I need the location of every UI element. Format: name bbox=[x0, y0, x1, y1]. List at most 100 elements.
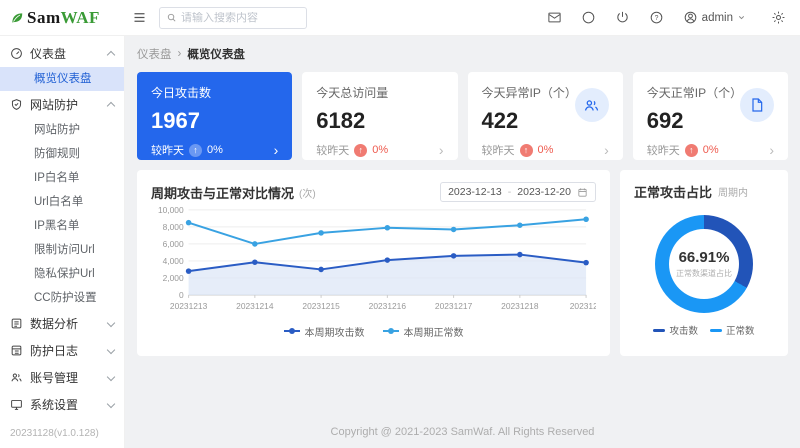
svg-text:2023121: 2023121 bbox=[570, 301, 596, 311]
sidebar-nav: 仪表盘 概览仪表盘 网站防护 网站防护 防御规则 IP白名单 Url白名单 IP… bbox=[0, 36, 124, 422]
delta-value: 0% bbox=[537, 144, 554, 156]
chevron-down-icon bbox=[106, 318, 116, 327]
power-icon[interactable] bbox=[615, 10, 630, 25]
loading-circle-icon[interactable] bbox=[581, 10, 596, 25]
line-chart-legend: 本周期攻击数 本周期正常数 bbox=[151, 324, 596, 339]
svg-text:20231214: 20231214 bbox=[236, 301, 274, 311]
system-settings-icon bbox=[10, 398, 23, 411]
legend-marker bbox=[382, 328, 399, 335]
delta-value: 0% bbox=[372, 144, 389, 156]
sidebar-item-site-protection[interactable]: 网站防护 bbox=[0, 118, 124, 142]
compare-label: 较昨天 bbox=[646, 145, 680, 157]
sidebar-item-overview-dashboard[interactable]: 概览仪表盘 bbox=[0, 67, 124, 91]
sidebar-item-cc-protection[interactable]: CC防护设置 bbox=[0, 286, 124, 310]
settings-gear-icon[interactable] bbox=[771, 10, 786, 25]
svg-text:6,000: 6,000 bbox=[163, 239, 184, 249]
chevron-right-icon[interactable]: › bbox=[604, 143, 609, 157]
log-icon bbox=[10, 344, 23, 357]
help-icon[interactable]: ? bbox=[649, 10, 664, 25]
calendar-icon bbox=[577, 187, 588, 198]
sidebar-group-label: 防护日志 bbox=[30, 344, 79, 358]
hamburger-menu-icon[interactable] bbox=[132, 10, 147, 25]
sidebar-group-site-protection[interactable]: 网站防护 bbox=[0, 91, 124, 118]
date-range-picker[interactable]: 2023-12-13 - 2023-12-20 bbox=[440, 182, 596, 202]
svg-text:0: 0 bbox=[179, 290, 184, 300]
search-box[interactable] bbox=[159, 6, 307, 29]
delta-value: 0% bbox=[702, 144, 719, 156]
sidebar-group-label: 账号管理 bbox=[30, 371, 79, 385]
sidebar-group-protection-logs[interactable]: 防护日志 bbox=[0, 337, 124, 364]
mail-icon[interactable] bbox=[547, 10, 562, 25]
gauge-icon bbox=[10, 47, 23, 60]
main-content: 仪表盘 › 概览仪表盘 今日攻击数 1967 较昨天 ↑ 0% › 今天总访问量… bbox=[125, 36, 800, 448]
breadcrumb: 仪表盘 › 概览仪表盘 bbox=[137, 46, 788, 62]
sidebar-group-label: 仪表盘 bbox=[30, 47, 67, 61]
donut-center-value: 66.91% bbox=[678, 249, 730, 266]
up-arrow-icon: ↑ bbox=[189, 143, 202, 157]
up-arrow-icon: ↑ bbox=[684, 143, 698, 157]
donut-title: 正常攻击占比 bbox=[634, 185, 713, 200]
donut-legend-attack[interactable]: 攻击数 bbox=[653, 323, 698, 337]
chevron-right-icon[interactable]: › bbox=[274, 143, 279, 157]
sidebar-item-ip-whitelist[interactable]: IP白名单 bbox=[0, 166, 124, 190]
avatar-icon bbox=[683, 10, 698, 25]
chevron-right-icon[interactable]: › bbox=[439, 143, 444, 157]
stat-cards-row: 今日攻击数 1967 较昨天 ↑ 0% › 今天总访问量 6182 较昨天 ↑ bbox=[137, 72, 788, 160]
sidebar-item-restricted-url[interactable]: 限制访问Url bbox=[0, 238, 124, 262]
svg-text:20231215: 20231215 bbox=[302, 301, 340, 311]
legend-label: 攻击数 bbox=[669, 326, 698, 337]
donut-panel: 正常攻击占比 周期内 66.91% 正常数渠道占比 攻击数 正常数 bbox=[620, 170, 788, 356]
sidebar-group-account-management[interactable]: 账号管理 bbox=[0, 364, 124, 391]
stat-card-abnormal-ip[interactable]: 今天异常IP（个） 422 较昨天 ↑ 0% › bbox=[467, 72, 623, 160]
logo-text: SamWAF bbox=[27, 7, 100, 27]
stat-card-total-visits[interactable]: 今天总访问量 6182 较昨天 ↑ 0% › bbox=[302, 72, 458, 160]
analysis-board-icon bbox=[10, 317, 23, 330]
date-separator: - bbox=[507, 186, 512, 198]
app-logo[interactable]: SamWAF bbox=[10, 8, 126, 28]
chevron-down-icon bbox=[106, 345, 116, 354]
stat-card-normal-ip[interactable]: 今天正常IP（个） 692 较昨天 ↑ 0% › bbox=[632, 72, 788, 160]
sidebar-group-label: 系统设置 bbox=[30, 398, 79, 412]
sidebar-item-ip-blacklist[interactable]: IP黑名单 bbox=[0, 214, 124, 238]
users-icon bbox=[574, 88, 609, 122]
stat-card-attacks-today[interactable]: 今日攻击数 1967 较昨天 ↑ 0% › bbox=[137, 72, 293, 160]
sidebar-group-data-analysis[interactable]: 数据分析 bbox=[0, 310, 124, 337]
legend-label: 正常数 bbox=[726, 326, 755, 337]
users-icon bbox=[10, 371, 23, 384]
stat-label: 今天总访问量 bbox=[316, 86, 389, 100]
chevron-right-icon[interactable]: › bbox=[769, 143, 774, 157]
up-arrow-icon: ↑ bbox=[354, 143, 368, 157]
legend-item-attack[interactable]: 本周期攻击数 bbox=[283, 324, 365, 339]
sidebar-item-defense-rules[interactable]: 防御规则 bbox=[0, 142, 124, 166]
sidebar: 仪表盘 概览仪表盘 网站防护 网站防护 防御规则 IP白名单 Url白名单 IP… bbox=[0, 36, 125, 448]
legend-marker bbox=[283, 328, 300, 335]
legend-item-normal[interactable]: 本周期正常数 bbox=[382, 324, 464, 339]
sidebar-group-system-settings[interactable]: 系统设置 bbox=[0, 391, 124, 418]
svg-text:20231218: 20231218 bbox=[501, 301, 539, 311]
chevron-up-icon bbox=[106, 101, 116, 111]
svg-text:10,000: 10,000 bbox=[158, 205, 184, 215]
breadcrumb-separator: › bbox=[177, 48, 182, 60]
leaf-logo-icon bbox=[10, 11, 24, 25]
legend-swatch bbox=[710, 328, 722, 332]
sidebar-group-dashboard[interactable]: 仪表盘 bbox=[0, 40, 124, 67]
sidebar-item-privacy-url[interactable]: 隐私保护Url bbox=[0, 262, 124, 286]
search-input[interactable] bbox=[181, 11, 300, 24]
date-start: 2023-12-13 bbox=[448, 186, 502, 198]
svg-text:4,000: 4,000 bbox=[163, 256, 184, 266]
chevron-down-icon bbox=[106, 372, 116, 381]
donut-subtitle: 周期内 bbox=[718, 188, 749, 199]
chevron-up-icon bbox=[106, 50, 116, 60]
breadcrumb-current: 概览仪表盘 bbox=[187, 49, 245, 61]
header-actions: ? admin bbox=[547, 10, 786, 25]
charts-row: 周期攻击与正常对比情况 (次) 2023-12-13 - 2023-12-20 … bbox=[137, 170, 788, 356]
line-chart-panel: 周期攻击与正常对比情况 (次) 2023-12-13 - 2023-12-20 … bbox=[137, 170, 610, 356]
sidebar-item-url-whitelist[interactable]: Url白名单 bbox=[0, 190, 124, 214]
donut-legend-normal[interactable]: 正常数 bbox=[710, 323, 755, 337]
app-window: SamWAF ? bbox=[0, 0, 800, 448]
top-header: SamWAF ? bbox=[0, 0, 800, 36]
user-menu[interactable]: admin bbox=[683, 10, 746, 25]
breadcrumb-dashboard[interactable]: 仪表盘 bbox=[137, 46, 172, 62]
up-arrow-icon: ↑ bbox=[519, 143, 533, 157]
svg-text:?: ? bbox=[654, 15, 658, 22]
